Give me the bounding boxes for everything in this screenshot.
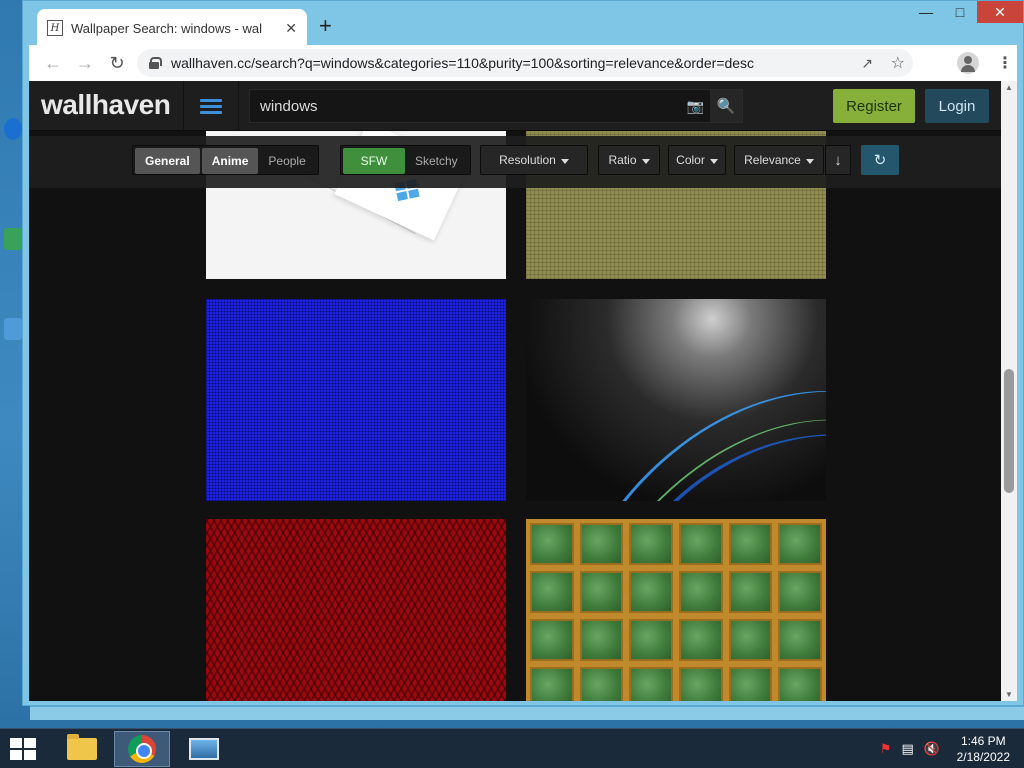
action-center-flag-icon[interactable]: ⚑: [880, 741, 892, 757]
category-anime-toggle[interactable]: Anime: [201, 148, 259, 174]
filter-bar: General Anime People SFW Sketchy Resolut…: [29, 136, 1003, 188]
window-controls: — □ ✕: [909, 1, 1023, 27]
wallpaper-thumbnail[interactable]: [526, 519, 826, 701]
system-tray: ⚑ ▤ 🔇: [880, 741, 940, 757]
search-input[interactable]: windows 📷 🔍: [249, 89, 743, 123]
purity-filter: SFW Sketchy: [340, 145, 471, 175]
close-window-button[interactable]: ✕: [977, 1, 1023, 23]
close-tab-icon[interactable]: ✕: [285, 20, 297, 37]
tab-strip: H Wallpaper Search: windows - wal ✕ +: [29, 1, 1023, 47]
minimize-button[interactable]: —: [909, 1, 943, 23]
profile-avatar-icon[interactable]: [957, 52, 979, 74]
folder-icon: [67, 734, 97, 760]
category-filter: General Anime People: [132, 145, 319, 175]
taskbar: ⚑ ▤ 🔇 1:46 PM 2/18/2022: [0, 728, 1024, 768]
new-tab-button[interactable]: +: [319, 15, 332, 37]
url-text: wallhaven.cc/search?q=windows&categories…: [171, 55, 755, 71]
login-button[interactable]: Login: [925, 89, 989, 123]
favicon-icon: H: [47, 20, 63, 36]
wallpaper-thumbnail[interactable]: [206, 299, 506, 501]
caret-down-icon: [709, 158, 718, 164]
scrollbar-thumb[interactable]: [1004, 369, 1014, 493]
category-general-toggle[interactable]: General: [135, 148, 200, 174]
sorting-dropdown[interactable]: Relevance: [734, 145, 824, 175]
scroll-down-icon[interactable]: ▼: [1001, 690, 1017, 699]
search-value: windows: [260, 97, 318, 115]
chrome-icon: [128, 735, 156, 763]
image-app-icon: [189, 738, 219, 760]
network-icon[interactable]: ▤: [902, 741, 914, 757]
clock-time: 1:46 PM: [960, 734, 1006, 748]
back-arrow-icon[interactable]: ←: [37, 53, 69, 74]
toolbar-right: ⋮: [957, 52, 1017, 74]
share-icon[interactable]: ↗: [861, 55, 873, 72]
maximize-button[interactable]: □: [943, 1, 977, 23]
volume-muted-icon[interactable]: 🔇: [924, 741, 940, 757]
resolution-dropdown[interactable]: Resolution: [480, 145, 588, 175]
browser-tab[interactable]: H Wallpaper Search: windows - wal ✕: [37, 9, 307, 47]
lock-icon[interactable]: [149, 57, 162, 69]
caret-down-icon: [805, 158, 814, 164]
register-button[interactable]: Register: [833, 89, 915, 123]
wallpaper-thumbnail[interactable]: [526, 299, 826, 501]
desktop-icon[interactable]: [2, 118, 24, 142]
desktop-icon[interactable]: [2, 318, 24, 342]
taskbar-photo-app[interactable]: [176, 731, 232, 767]
background-window: [30, 706, 1024, 720]
search-icon[interactable]: 🔍: [710, 90, 742, 122]
taskbar-file-explorer[interactable]: [54, 731, 110, 767]
purity-sketchy-toggle[interactable]: Sketchy: [405, 148, 468, 174]
address-bar[interactable]: wallhaven.cc/search?q=windows&categories…: [137, 49, 913, 77]
sort-order-arrow-icon[interactable]: ↓: [825, 145, 851, 175]
system-clock[interactable]: 1:46 PM 2/18/2022: [957, 733, 1010, 765]
site-header: wallhaven windows 📷 🔍 Register Login: [29, 81, 1003, 131]
purity-sfw-toggle[interactable]: SFW: [343, 148, 405, 174]
refresh-search-icon[interactable]: ↻: [861, 145, 899, 175]
reload-icon[interactable]: ↻: [101, 53, 133, 74]
browser-toolbar: ← → ↻ wallhaven.cc/search?q=windows&cate…: [29, 45, 1017, 81]
start-button-icon[interactable]: [10, 738, 36, 760]
caret-down-icon: [560, 158, 569, 164]
browser-menu-icon[interactable]: ⋮: [993, 53, 1017, 73]
ratio-dropdown[interactable]: Ratio: [598, 145, 660, 175]
clock-date: 2/18/2022: [956, 750, 1010, 764]
web-page: wallhaven windows 📷 🔍 Register Login Gen…: [29, 81, 1003, 701]
category-people-toggle[interactable]: People: [258, 148, 315, 174]
camera-icon[interactable]: 📷: [687, 98, 704, 115]
tab-title: Wallpaper Search: windows - wal: [71, 20, 262, 36]
hamburger-menu-icon[interactable]: [183, 81, 239, 131]
site-logo[interactable]: wallhaven: [41, 89, 171, 121]
page-scrollbar[interactable]: ▲ ▼: [1001, 81, 1017, 701]
browser-window: H Wallpaper Search: windows - wal ✕ + — …: [22, 0, 1024, 706]
wallpaper-thumbnail[interactable]: [206, 519, 506, 701]
bookmark-star-icon[interactable]: ☆: [891, 53, 905, 73]
forward-arrow-icon[interactable]: →: [69, 53, 101, 74]
desktop-icon[interactable]: [2, 228, 24, 252]
taskbar-chrome[interactable]: [114, 731, 170, 767]
caret-down-icon: [641, 158, 650, 164]
scroll-up-icon[interactable]: ▲: [1001, 83, 1017, 92]
color-dropdown[interactable]: Color: [668, 145, 726, 175]
